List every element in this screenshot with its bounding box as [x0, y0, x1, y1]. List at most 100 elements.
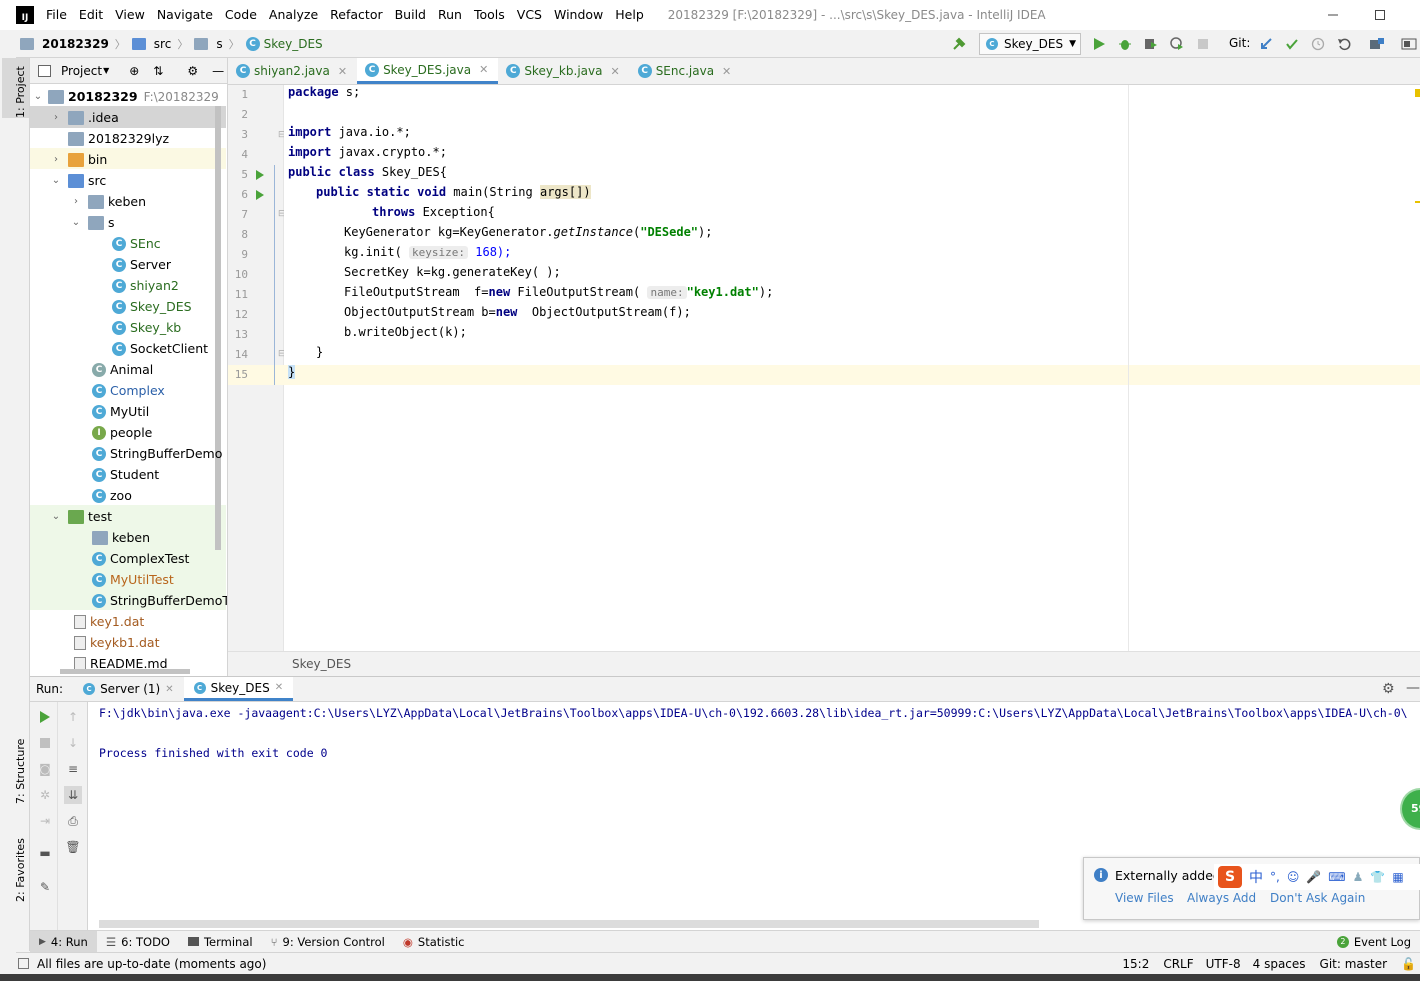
trash-icon[interactable]: 🗑 [64, 838, 82, 856]
tree-item-class[interactable]: C Skey_kb [30, 317, 227, 338]
gear-icon[interactable]: ⚙ [187, 64, 198, 78]
tree-item-class[interactable]: C StringBufferDemo [30, 443, 227, 464]
soft-wrap-icon[interactable]: ≡ [64, 760, 82, 778]
gear-icon[interactable]: ⚙ [1382, 681, 1395, 697]
line-separator[interactable]: CRLF [1163, 957, 1193, 971]
tree-item-class[interactable]: Czoo [30, 485, 227, 506]
git-branch[interactable]: Git: master [1320, 957, 1388, 971]
tree-item-package[interactable]: keben [30, 527, 227, 548]
run-configuration-select[interactable]: C Skey_DES ▼ [979, 33, 1081, 55]
tab-skey-kb[interactable]: C Skey_kb.java ✕ [498, 58, 629, 84]
run-main-gutter-icon[interactable] [255, 190, 265, 200]
tree-item-class[interactable]: C MyUtilTest [30, 569, 227, 590]
profile-icon[interactable] [1166, 33, 1188, 55]
run-tab-skey-des[interactable]: C Skey_DES ✕ [183, 677, 294, 701]
menu-refactor[interactable]: Refactor [324, 0, 388, 30]
close-icon[interactable]: ✕ [275, 682, 283, 693]
arrow-down-icon[interactable]: ↓ [64, 734, 82, 752]
stop-icon[interactable] [36, 734, 54, 752]
tree-item-test[interactable]: ⌄ test [30, 506, 227, 527]
caret-position[interactable]: 15:2 [1122, 957, 1149, 971]
hide-panel-icon[interactable]: — [1406, 680, 1420, 696]
close-icon[interactable]: ✕ [479, 63, 488, 76]
git-rollback-icon[interactable] [1333, 33, 1355, 55]
bottom-tab-statistic[interactable]: ◉ Statistic [394, 931, 474, 953]
rerun-icon[interactable] [36, 708, 54, 726]
locate-icon[interactable]: ⊕ [129, 64, 139, 78]
close-icon[interactable]: ✕ [722, 65, 731, 78]
event-log-tab[interactable]: 2 Event Log [1328, 931, 1420, 953]
notification-balloon[interactable]: i Externally added View Files Always Add… [1083, 857, 1420, 920]
tree-item-class[interactable]: C SEnc [30, 233, 227, 254]
scroll-to-end-icon[interactable]: ⇊ [64, 786, 82, 804]
build-hammer-icon[interactable] [948, 33, 970, 55]
warning-marker[interactable] [1415, 89, 1420, 97]
tree-horizontal-scrollbar[interactable] [60, 669, 190, 674]
ime-toolbar[interactable]: S 中 °, ☺ 🎤 ⌨ ♟ 👕 ▦ [1214, 864, 1420, 890]
tree-item-file[interactable]: key1.dat [30, 611, 227, 632]
layout-icon[interactable]: ▬ [36, 844, 54, 862]
run-with-coverage-icon[interactable] [1140, 33, 1162, 55]
menu-tools[interactable]: Tools [468, 0, 511, 30]
tree-item-class[interactable]: C StringBufferDemoTe [30, 590, 227, 611]
editor-gutter[interactable]: 1 2 3 4 5 6 7 8 9 10 11 12 13 14 15 ⊟ ⊟ … [228, 85, 286, 651]
menu-file[interactable]: File [40, 0, 73, 30]
minimize-icon[interactable] [1310, 0, 1356, 30]
print-icon[interactable]: ⎙ [64, 812, 82, 830]
arrow-up-icon[interactable]: ↑ [64, 708, 82, 726]
tree-item-package[interactable]: ⌄ s [30, 212, 227, 233]
tool-tab-favorites[interactable]: 2: Favorites [14, 838, 27, 902]
tree-item-class[interactable]: C MyUtil [30, 401, 227, 422]
tree-item-root[interactable]: ⌄ 20182329 F:\20182329 [30, 86, 227, 107]
tree-item-class[interactable]: C Animal [30, 359, 227, 380]
tab-shiyan2[interactable]: Cshiyan2.java ✕ [228, 58, 357, 84]
pin-icon[interactable]: ✎ [36, 878, 54, 896]
tree-item-class[interactable]: C Complex [30, 380, 227, 401]
tree-item-package[interactable]: › keben [30, 191, 227, 212]
run-class-gutter-icon[interactable] [255, 170, 265, 180]
git-commit-icon[interactable] [1281, 33, 1303, 55]
breadcrumb-package[interactable]: s [194, 37, 223, 51]
ime-menu-icon[interactable]: ▦ [1392, 870, 1403, 884]
menu-build[interactable]: Build [389, 0, 432, 30]
project-structure-icon[interactable] [1366, 33, 1388, 55]
camera-icon[interactable]: ◙ [36, 760, 54, 778]
code-editor[interactable]: package s; import java.io.*; import java… [284, 85, 1420, 651]
exit-icon[interactable]: ⇥ [36, 812, 54, 830]
lock-icon[interactable]: 🔓 [1401, 957, 1416, 971]
menu-run[interactable]: Run [432, 0, 468, 30]
tree-item-bin[interactable]: › bin [30, 149, 227, 170]
tree-item-interface[interactable]: Ipeople [30, 422, 227, 443]
tool-tab-structure[interactable]: 7: Structure [14, 739, 27, 804]
menu-window[interactable]: Window [548, 0, 609, 30]
bottom-tab-run[interactable]: ▶ 4: Run [30, 930, 97, 953]
ime-chinese-mode-icon[interactable]: 中 [1249, 867, 1263, 887]
tool-tab-project[interactable]: 1: Project [14, 66, 27, 118]
tree-item-folder[interactable]: 20182329lyz [30, 128, 227, 149]
tree-item-class[interactable]: C Skey_DES [30, 296, 227, 317]
ime-voice-icon[interactable]: 🎤 [1306, 870, 1321, 884]
git-history-icon[interactable] [1307, 33, 1329, 55]
tree-item-class[interactable]: Cshiyan2 [30, 275, 227, 296]
tree-item-class[interactable]: C Server [30, 254, 227, 275]
ime-keyboard-icon[interactable]: ⌨ [1328, 870, 1345, 884]
bottom-tab-todo[interactable]: ☰ 6: TODO [97, 931, 179, 953]
maximize-icon[interactable] [1357, 0, 1403, 30]
status-message[interactable]: All files are up-to-date (moments ago) [37, 957, 266, 971]
dont-ask-again-link[interactable]: Don't Ask Again [1270, 891, 1365, 905]
menu-help[interactable]: Help [609, 0, 650, 30]
ime-user-icon[interactable]: ♟ [1353, 870, 1364, 884]
search-everywhere-icon[interactable] [1398, 33, 1420, 55]
warning-stripe[interactable] [1415, 201, 1420, 203]
indent-setting[interactable]: 4 spaces [1253, 957, 1306, 971]
stop-icon[interactable] [1192, 33, 1214, 55]
breadcrumb-src[interactable]: src [131, 37, 171, 51]
menu-vcs[interactable]: VCS [511, 0, 548, 30]
project-view-select[interactable]: Project [61, 64, 102, 78]
menu-analyze[interactable]: Analyze [263, 0, 324, 30]
git-update-icon[interactable] [1255, 33, 1277, 55]
debug-icon[interactable] [1114, 33, 1136, 55]
tree-item-idea[interactable]: › .idea [30, 107, 227, 128]
tab-skey-des[interactable]: C Skey_DES.java ✕ [357, 58, 499, 84]
menu-navigate[interactable]: Navigate [151, 0, 219, 30]
